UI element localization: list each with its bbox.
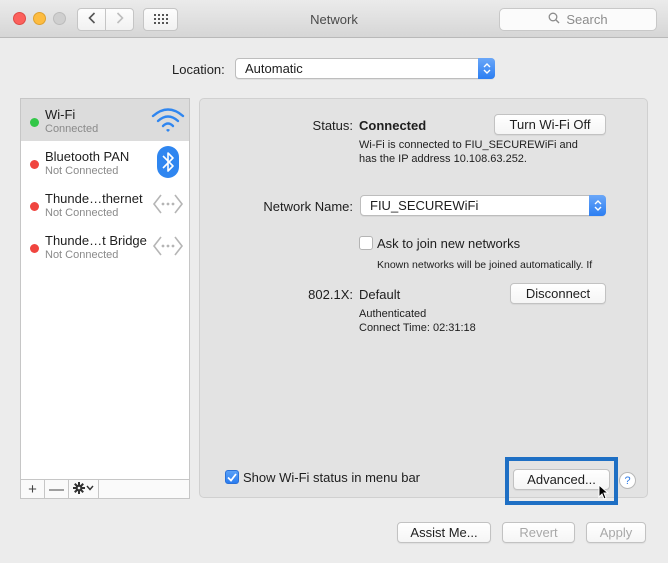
- title-bar: Network Search: [0, 0, 668, 38]
- revert-button[interactable]: Revert: [502, 522, 575, 543]
- status-description-line-1: Wi-Fi is connected to FIU_SECUREWiFi and: [359, 139, 578, 151]
- service-name: Thunde…thernet: [45, 191, 143, 206]
- thunderbolt-icon: [151, 231, 185, 261]
- location-value: Automatic: [245, 61, 303, 76]
- location-label: Location:: [172, 62, 225, 77]
- dot1x-value: Default: [359, 287, 401, 302]
- remove-service-button[interactable]: —: [45, 480, 69, 498]
- connect-time: Connect Time: 02:31:18: [359, 322, 476, 334]
- service-name: Wi-Fi: [45, 107, 76, 122]
- help-button[interactable]: ?: [619, 472, 636, 489]
- service-item-bluetooth-pan[interactable]: Bluetooth PAN Not Connected: [21, 141, 189, 183]
- mouse-cursor-icon: [598, 483, 610, 503]
- search-field[interactable]: Search: [499, 8, 657, 31]
- advanced-button[interactable]: Advanced...: [513, 469, 610, 490]
- network-name-value: FIU_SECUREWiFi: [370, 198, 479, 213]
- status-value: Connected: [359, 118, 427, 133]
- search-placeholder: Search: [566, 12, 608, 27]
- wifi-icon: [151, 105, 185, 135]
- ask-join-checkbox[interactable]: [359, 236, 373, 250]
- ask-join-label: Ask to join new networks: [377, 236, 521, 251]
- network-name-label: Network Name:: [263, 199, 353, 214]
- service-item-thunderbolt-bridge[interactable]: Thunde…t Bridge Not Connected: [21, 225, 189, 267]
- bluetooth-icon: [151, 146, 185, 178]
- apply-button[interactable]: Apply: [586, 522, 646, 543]
- service-status: Connected: [45, 123, 99, 135]
- status-dot: [30, 160, 39, 169]
- service-status: Not Connected: [45, 249, 119, 261]
- status-dot: [30, 202, 39, 211]
- disconnect-button[interactable]: Disconnect: [510, 283, 606, 304]
- network-name-popup[interactable]: FIU_SECUREWiFi: [360, 195, 606, 216]
- service-item-wifi[interactable]: Wi-Fi Connected: [21, 99, 189, 141]
- search-icon: [548, 12, 566, 27]
- add-service-button[interactable]: +: [21, 480, 45, 498]
- service-name: Bluetooth PAN: [45, 149, 130, 164]
- service-status: Not Connected: [45, 207, 119, 219]
- status-dot: [30, 118, 39, 127]
- service-status: Not Connected: [45, 165, 119, 177]
- assist-me-button[interactable]: Assist Me...: [397, 522, 491, 543]
- location-popup[interactable]: Automatic: [235, 58, 495, 79]
- service-item-thunderbolt-ethernet[interactable]: Thunde…thernet Not Connected: [21, 183, 189, 225]
- checkmark-icon: [227, 470, 237, 485]
- action-menu-button[interactable]: [69, 480, 99, 498]
- gear-icon: [72, 481, 95, 498]
- status-dot: [30, 244, 39, 253]
- status-label: Status:: [312, 118, 353, 133]
- updown-arrows-icon: [478, 58, 495, 79]
- service-name: Thunde…t Bridge: [45, 233, 147, 248]
- dot1x-label: 802.1X:: [308, 287, 353, 302]
- status-description-line-2: has the IP address 10.108.63.252.: [359, 153, 527, 165]
- turn-wifi-off-button[interactable]: Turn Wi-Fi Off: [494, 114, 606, 135]
- service-list: Wi-Fi Connected Bluetooth PAN Not Connec…: [20, 98, 190, 480]
- thunderbolt-icon: [151, 189, 185, 219]
- auth-status: Authenticated: [359, 308, 427, 320]
- ask-join-note: Known networks will be joined automatica…: [377, 259, 593, 271]
- show-wifi-status-label: Show Wi-Fi status in menu bar: [243, 470, 421, 485]
- service-list-toolbar: + —: [20, 479, 190, 499]
- updown-arrows-icon: [589, 195, 606, 216]
- show-wifi-status-checkbox[interactable]: [225, 470, 239, 484]
